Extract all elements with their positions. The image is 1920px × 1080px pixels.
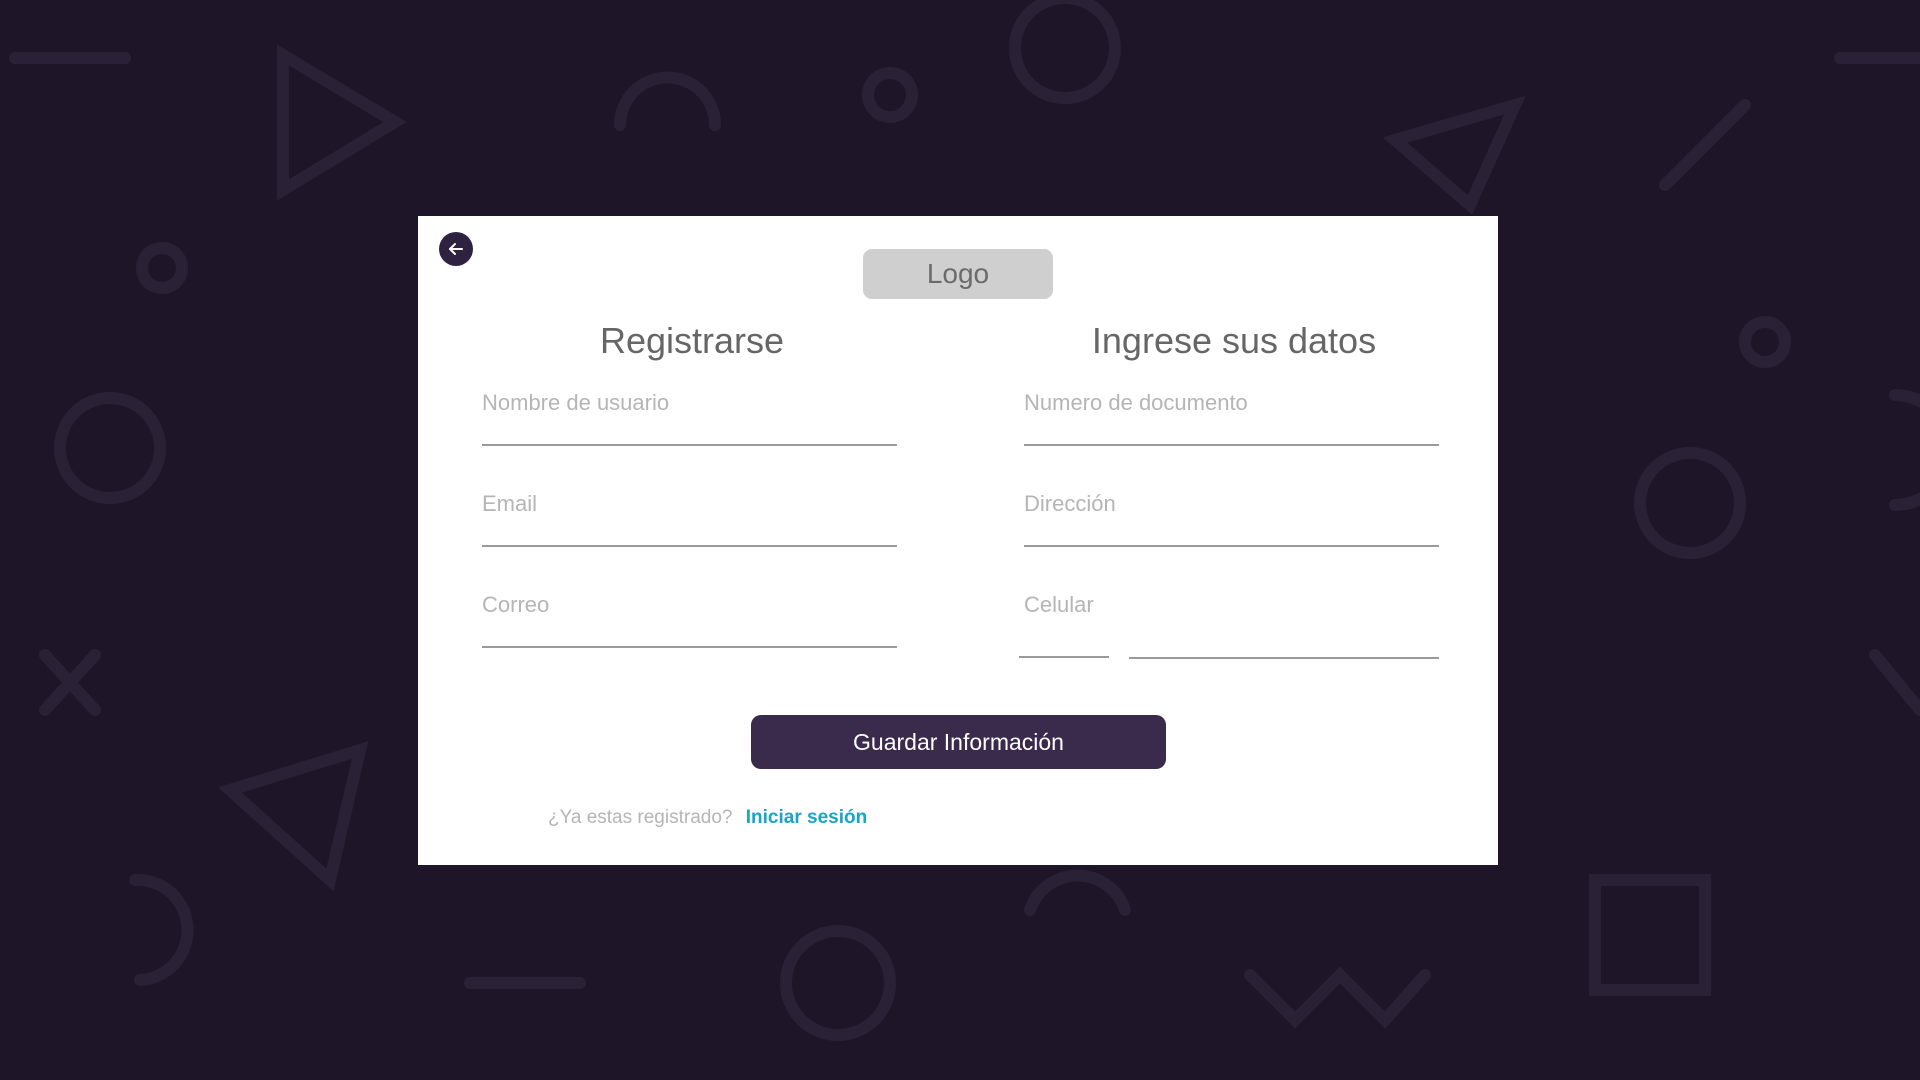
phone-prefix-input[interactable]: [1019, 656, 1109, 658]
phone-number-input[interactable]: [1129, 657, 1439, 659]
register-title: Registrarse: [599, 320, 785, 361]
login-prompt: ¿Ya estas registrado? Iniciar sesión: [548, 807, 867, 829]
document-number-field-underline: [1024, 444, 1439, 446]
email-field-underline: [482, 545, 897, 547]
address-field-underline: [1024, 545, 1439, 547]
registration-card: Logo Registrarse Ingrese sus datos Nombr…: [418, 216, 1498, 865]
address-field-label: Dirección: [1024, 491, 1116, 516]
save-information-button[interactable]: Guardar Información: [751, 715, 1166, 769]
login-link[interactable]: Iniciar sesión: [746, 807, 867, 828]
document-number-field-label: Numero de documento: [1024, 390, 1248, 415]
correo-field-label: Correo: [482, 592, 550, 617]
correo-field-underline: [482, 646, 897, 648]
back-button[interactable]: [439, 232, 473, 266]
username-field[interactable]: Nombre de usuario: [482, 390, 897, 460]
username-field-underline: [482, 444, 897, 446]
logo-placeholder: Logo: [863, 249, 1053, 299]
login-question-text: ¿Ya estas registrado?: [548, 807, 733, 828]
email-field-label: Email: [482, 491, 538, 516]
arrow-left-icon: [449, 243, 463, 255]
email-field[interactable]: Email: [482, 491, 897, 561]
cellphone-field: Celular: [1024, 592, 1439, 662]
address-field[interactable]: Dirección: [1024, 491, 1439, 561]
correo-field[interactable]: Correo: [482, 592, 897, 662]
document-number-field[interactable]: Numero de documento: [1024, 390, 1439, 460]
cellphone-field-label: Celular: [1024, 592, 1094, 617]
data-title: Ingrese sus datos: [1091, 320, 1377, 361]
username-field-label: Nombre de usuario: [482, 390, 670, 415]
